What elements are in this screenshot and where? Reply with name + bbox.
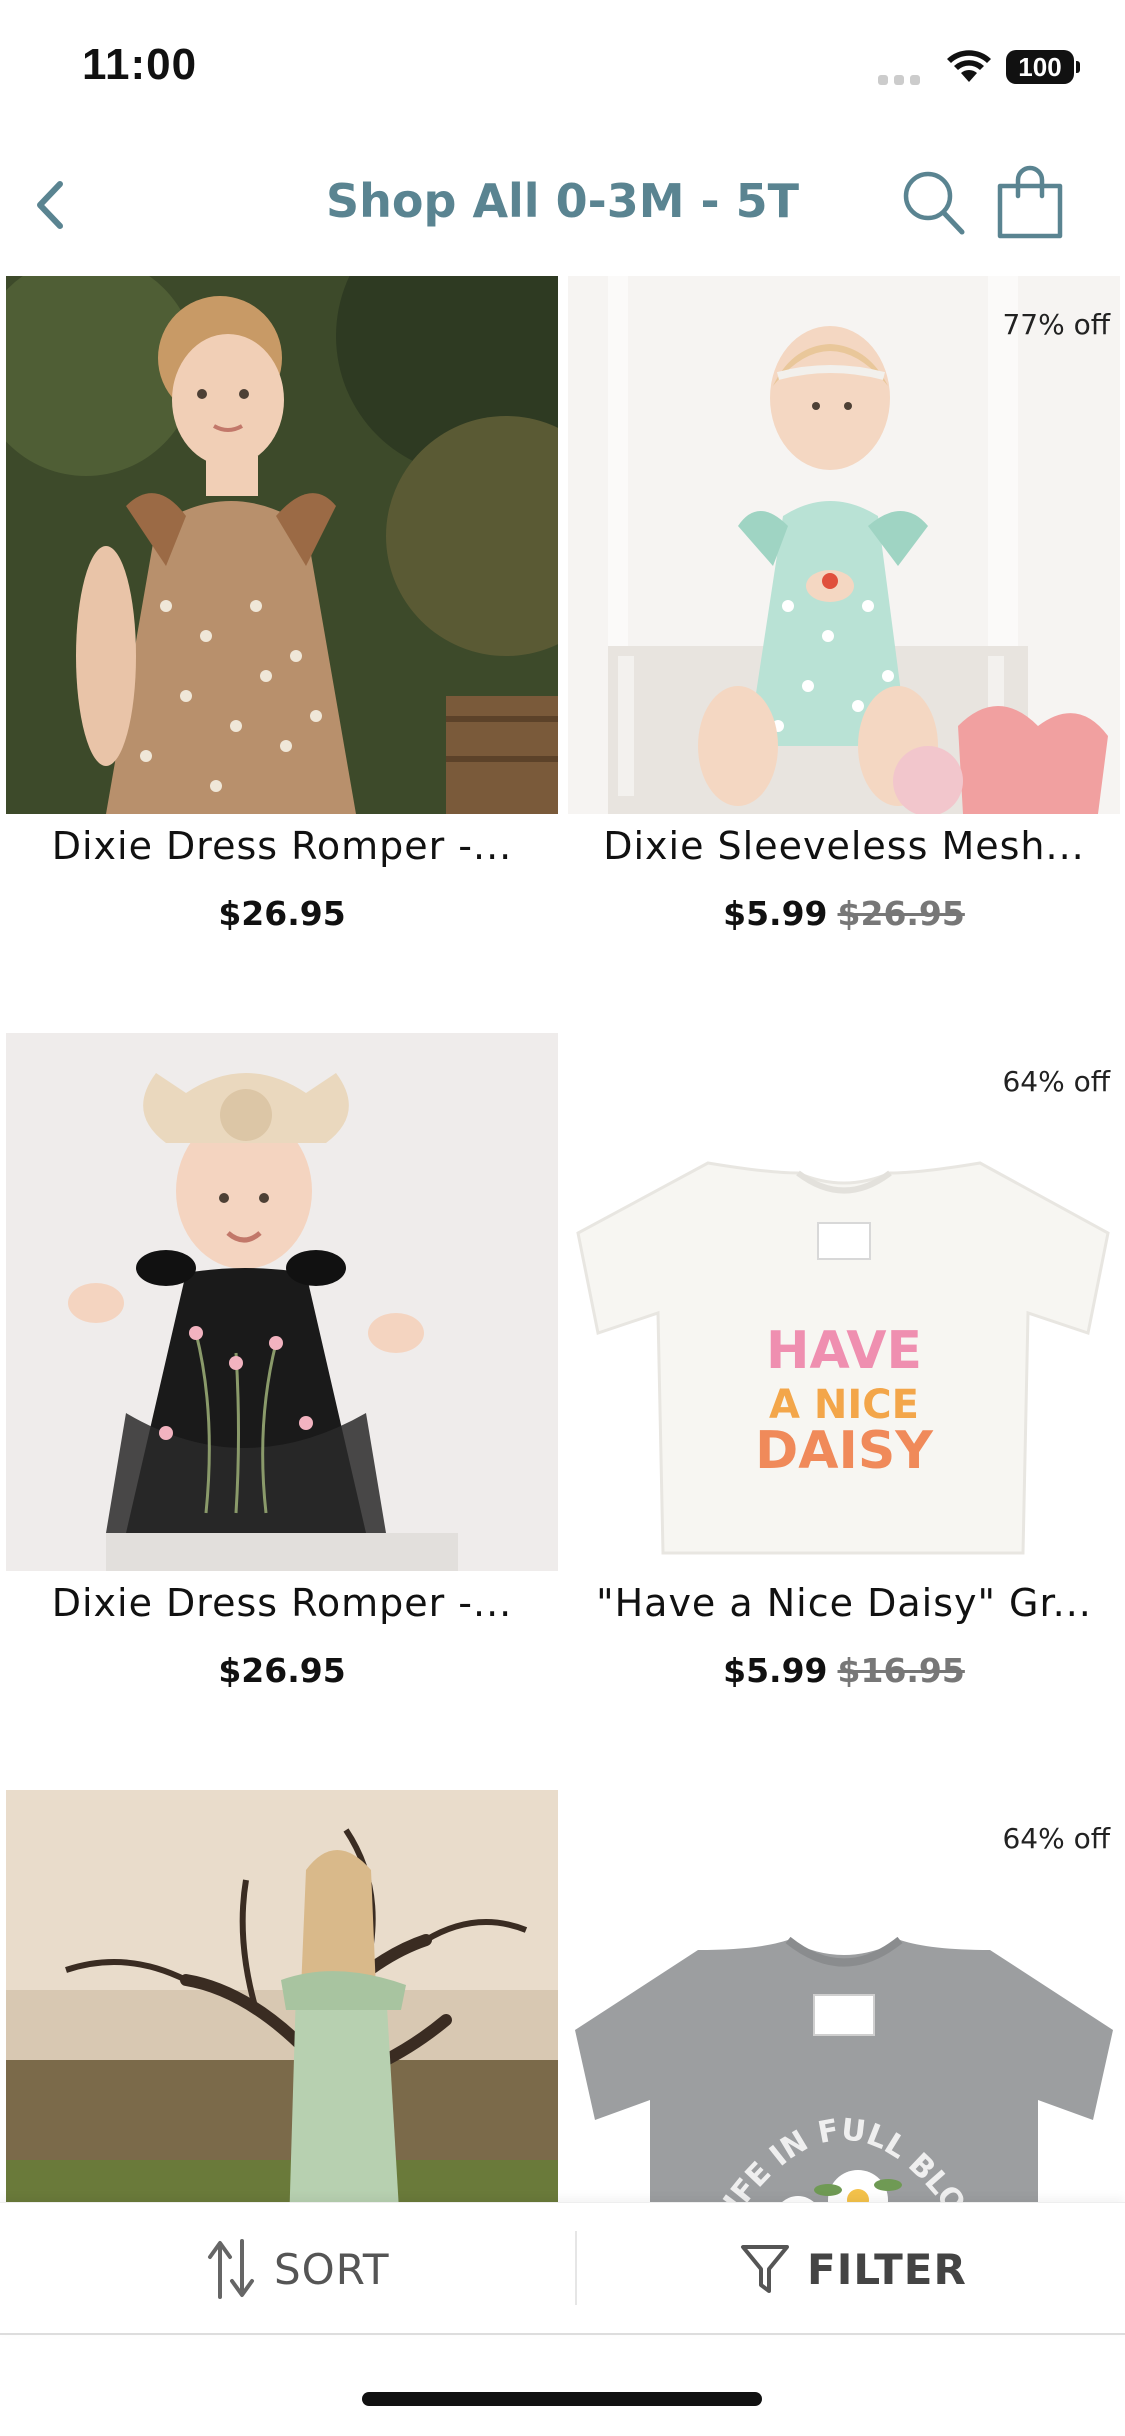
product-price: $26.95 [218, 1651, 346, 1690]
sort-button[interactable]: SORT [0, 2203, 575, 2333]
filter-funnel-icon [741, 2245, 789, 2293]
product-image[interactable]: LIFE IN FULL BLO 64% off [568, 1790, 1120, 2202]
product-title[interactable]: Dixie Dress Romper -... [6, 824, 558, 868]
product-image[interactable]: HAVE A NICE DAISY 64% off [568, 1033, 1120, 1571]
product-card[interactable]: 77% off Dixie Sleeveless Mesh... $5.99 $2… [568, 276, 1120, 976]
price-row: $26.95 [6, 894, 558, 933]
product-image[interactable] [6, 276, 558, 814]
product-card[interactable]: HAVE A NICE DAISY 64% off "Have a Nice D… [568, 1033, 1120, 1733]
product-card[interactable]: Dixie Dress Romper -... $26.95 [6, 276, 558, 976]
sort-arrows-icon [208, 2239, 254, 2299]
cellular-signal-icon [878, 70, 926, 89]
status-bar: 11:00 100 [0, 0, 1125, 140]
tee-graphic-line3: DAISY [755, 1421, 934, 1481]
filter-button[interactable]: FILTER [577, 2203, 1125, 2333]
product-card[interactable]: LIFE IN FULL BLO 64% off [568, 1790, 1120, 2202]
tee-graphic-line1: HAVE [766, 1321, 922, 1381]
discount-badge: 64% off [1002, 1822, 1110, 1855]
product-card[interactable]: Dixie Dress Romper -... $26.95 [6, 1033, 558, 1733]
product-grid: Dixie Dress Romper -... $26.95 77% off D… [0, 276, 1125, 2202]
price-row: $5.99 $16.95 [568, 1651, 1120, 1690]
discount-badge: 77% off [1002, 308, 1110, 341]
price-row: $26.95 [6, 1651, 558, 1690]
original-price: $26.95 [837, 894, 965, 933]
product-title[interactable]: "Have a Nice Daisy" Gr... [568, 1581, 1120, 1625]
sort-filter-bar: SORT FILTER [0, 2202, 1125, 2335]
product-title[interactable]: Dixie Dress Romper -... [6, 1581, 558, 1625]
sort-label: SORT [274, 2245, 390, 2294]
discount-badge: 64% off [1002, 1065, 1110, 1098]
original-price: $16.95 [837, 1651, 965, 1690]
wifi-icon [947, 50, 991, 82]
battery-icon: 100 [1006, 50, 1080, 84]
product-title[interactable]: Dixie Sleeveless Mesh... [568, 824, 1120, 868]
search-icon[interactable] [898, 166, 968, 240]
navigation-bar: Shop All 0-3M - 5T [0, 140, 1125, 276]
product-image[interactable] [6, 1790, 558, 2202]
product-price: $5.99 [723, 1651, 828, 1690]
product-card[interactable] [6, 1790, 558, 2202]
status-time: 11:00 [82, 40, 198, 89]
product-image[interactable] [6, 1033, 558, 1571]
filter-label: FILTER [807, 2245, 967, 2294]
product-image[interactable]: 77% off [568, 276, 1120, 814]
shopping-bag-icon[interactable] [992, 162, 1068, 242]
home-indicator[interactable] [362, 2392, 762, 2406]
product-price: $5.99 [723, 894, 828, 933]
product-price: $26.95 [218, 894, 346, 933]
price-row: $5.99 $26.95 [568, 894, 1120, 933]
